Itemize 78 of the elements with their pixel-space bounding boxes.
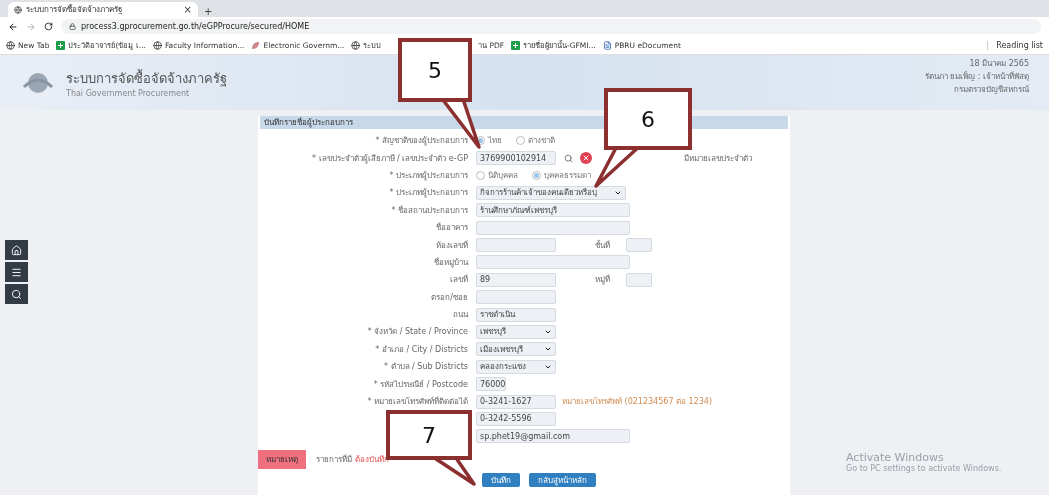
hint-text: มีหมายเลขประจำตัว	[684, 152, 752, 165]
field-label: * หมายเลขโทรศัพท์ที่ติดต่อได้	[366, 395, 469, 409]
home-icon	[11, 244, 22, 256]
globe-icon	[14, 5, 22, 14]
note-badge: หมายเหตุ	[258, 449, 306, 469]
select-field[interactable]: กิจการร้านค้าเจ้าของคนเดียวหรือบุ	[476, 185, 626, 200]
field-label: หมู่ที่	[594, 273, 611, 287]
sidebar-button[interactable]	[5, 262, 28, 282]
field-label: * เลขประจำตัวผู้เสียภาษี / เลขประจำตัว e-GP	[311, 152, 469, 165]
site-title: ระบบการจัดซื้อจัดจ้างภาครัฐ	[66, 68, 227, 89]
field-label: * สัญชาติของผู้ประกอบการ	[374, 135, 469, 148]
radio-option[interactable]: นิติบุคคล	[476, 168, 518, 182]
radio-option[interactable]: ต่างชาติ	[516, 134, 555, 148]
input-field[interactable]: 0-3242-5596	[476, 411, 556, 426]
reload-icon[interactable]	[44, 22, 53, 31]
field-label: ตรอก/ซอย	[430, 291, 469, 304]
save-button[interactable]: บันทึก	[482, 473, 520, 488]
input-field[interactable]	[626, 272, 652, 287]
search-icon	[11, 288, 22, 300]
field-label: * ชื่อสถานประกอบการ	[390, 204, 469, 217]
field-label: * ประเภทผู้ประกอบการ	[388, 169, 469, 182]
input-field[interactable]	[476, 290, 556, 305]
leaf-icon	[251, 40, 261, 50]
field-label: ชื่ออาคาร	[435, 221, 469, 235]
field-label: ถนน	[452, 309, 470, 322]
clear-icon[interactable]	[580, 152, 592, 165]
document-icon	[602, 40, 612, 50]
field-label: * ตำบล / Sub Districts	[383, 361, 469, 374]
field-label: ชื่อหมู่บ้าน	[433, 256, 470, 269]
reading-list[interactable]: Reading list	[987, 40, 1043, 50]
user-name: รัตนภา ยมเพ็ญ : เจ้าหน้าที่พัสดุ	[924, 70, 1029, 83]
sidebar-button[interactable]	[5, 284, 28, 304]
input-field[interactable]	[476, 238, 556, 253]
back-button[interactable]: กลับสู่หน้าหลัก	[529, 473, 596, 488]
field-label: ห้องเลขที่	[435, 239, 469, 252]
field-label: เลขที่	[449, 273, 469, 287]
input-field[interactable]	[476, 255, 630, 270]
field-label: ชั้นที่	[594, 239, 611, 252]
globe-icon	[351, 40, 361, 50]
back-icon[interactable]	[8, 21, 18, 32]
browser-tab[interactable]: ระบบการจัดซื้อจัดจ้างภาครัฐ ×	[8, 2, 198, 17]
field-label: * อำเภอ / City / Districts	[374, 343, 469, 356]
sheet-icon	[511, 40, 520, 50]
select-field[interactable]: เมืองเพชรบุรี	[476, 342, 556, 357]
select-field[interactable]: คลองกระแชง	[476, 359, 556, 374]
notice-text: Go to PC settings to activate Windows.	[846, 464, 1002, 473]
new-tab-button[interactable]: +	[204, 7, 213, 17]
globe-icon	[6, 40, 15, 50]
input-field[interactable]	[476, 220, 630, 235]
site-subtitle: Thai Government Procurement	[66, 88, 191, 98]
input-field[interactable]: ราชดำเนิน	[476, 307, 556, 322]
organization-name: กรมตรวจบัญชีสหกรณ์	[954, 84, 1029, 96]
select-field[interactable]: เพชรบุรี	[476, 325, 556, 339]
menu-icon	[11, 266, 22, 278]
input-field[interactable]: 0-3241-1627	[476, 394, 556, 409]
close-icon[interactable]: ×	[183, 4, 192, 15]
input-field[interactable]: 89	[476, 272, 556, 287]
tax-id-field[interactable]: 3769900102914	[476, 151, 556, 166]
date-text: 18 มีนาคม 2565	[969, 58, 1029, 70]
notice-title: Activate Windows	[846, 451, 945, 464]
hint-text: หมายเลขโทรศัพท์ (021234567 ต่อ 1234)	[562, 396, 713, 409]
input-field[interactable]: 76000	[476, 377, 506, 392]
globe-icon	[152, 40, 162, 50]
field-label: * จังหวัด / State / Province	[366, 326, 469, 339]
radio-option[interactable]: บุคคลธรรมดา	[532, 168, 591, 182]
sheet-icon	[56, 40, 66, 50]
field-label: * รหัสไปรษณีย์ / Postcode	[372, 378, 469, 391]
input-field[interactable]: sp.phet19@gmail.com	[476, 429, 630, 444]
chevron-icon	[544, 328, 552, 336]
search-icon[interactable]	[562, 152, 574, 165]
lock-icon	[69, 23, 76, 30]
field-label: * ประเภทผู้ประกอบการ	[388, 187, 469, 200]
address-bar[interactable]: process3.gprocurement.go.th/eGPProcure/secured/HOME	[61, 19, 1041, 34]
forward-icon[interactable]	[26, 21, 36, 32]
input-field[interactable]: ร้านศึกษาภัณฑ์เพชรบุรี	[476, 203, 630, 218]
sidebar-button[interactable]	[5, 240, 28, 260]
input-field[interactable]	[626, 238, 652, 253]
note-text: รายการที่มี ต้องบันทึก	[316, 453, 389, 466]
